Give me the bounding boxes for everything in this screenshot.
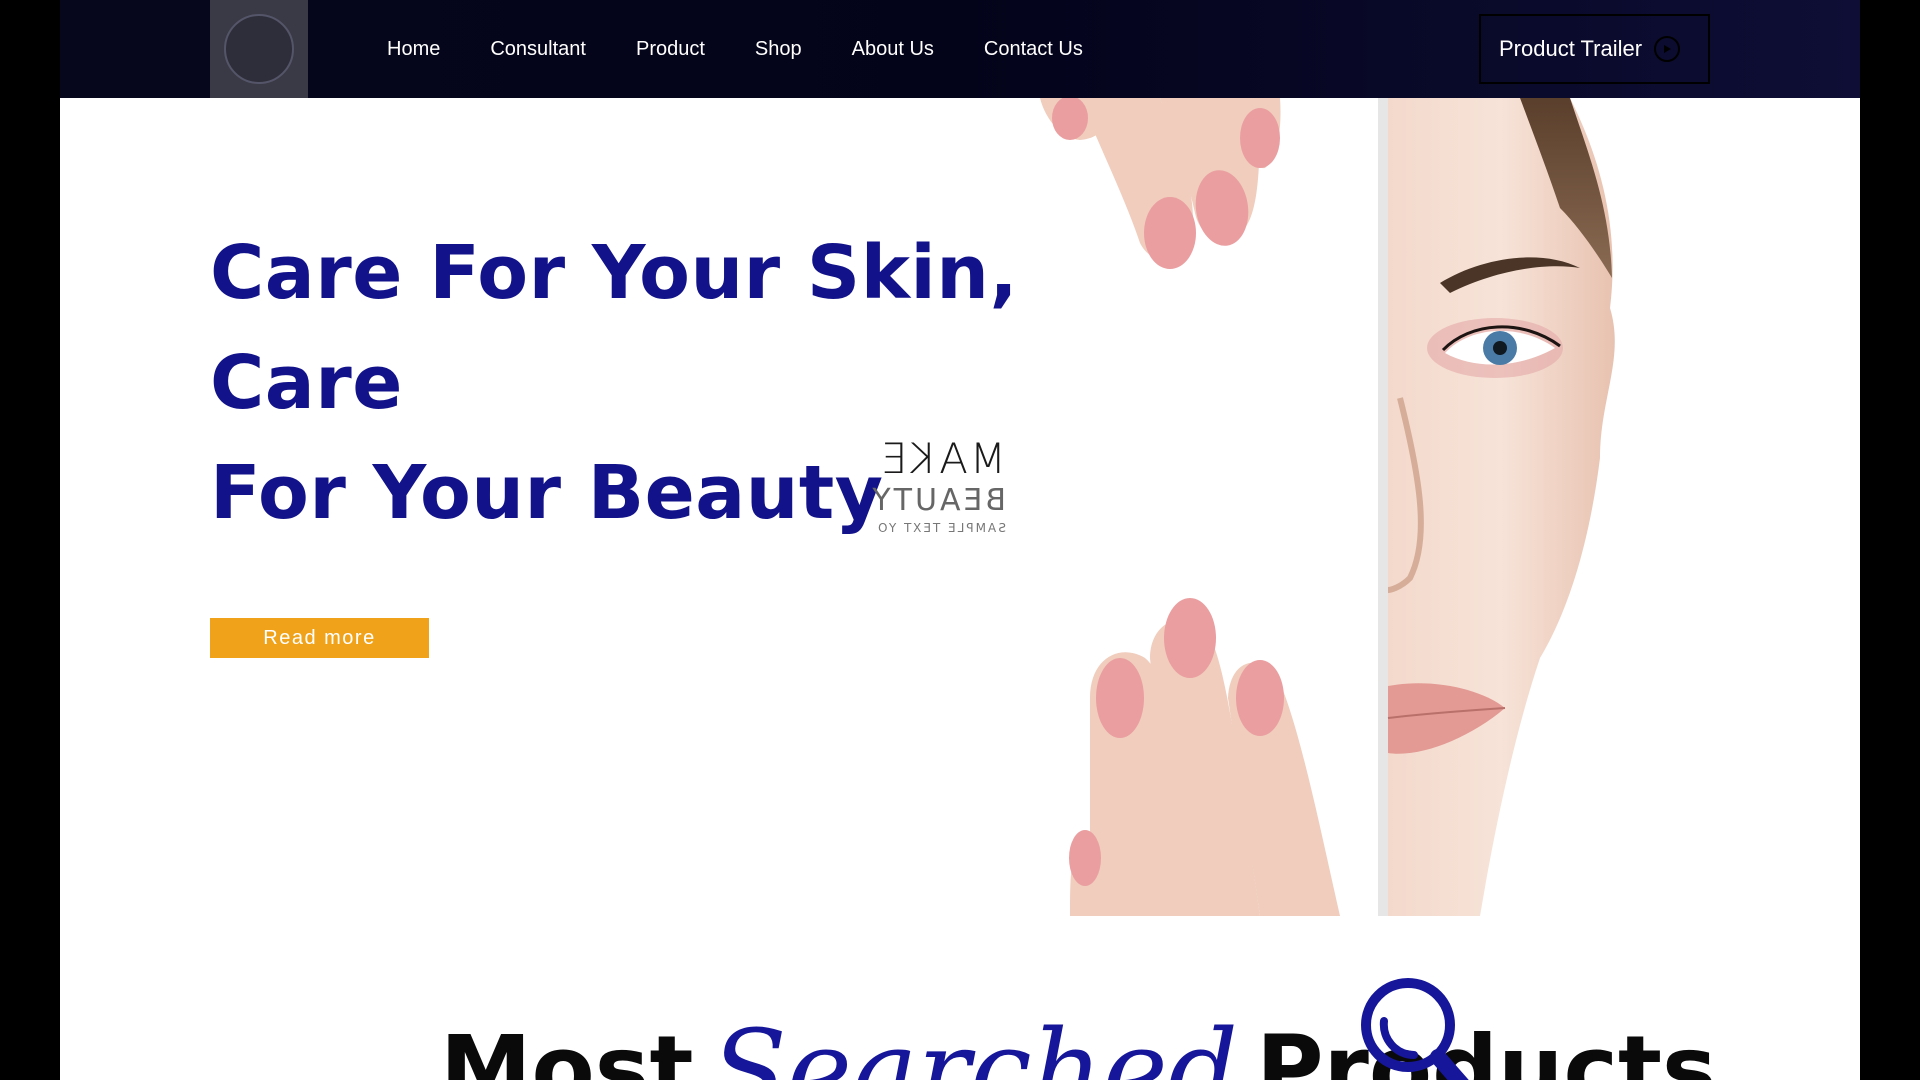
product-trailer-button[interactable]: Product Trailer <box>1479 14 1710 84</box>
nav-item-product[interactable]: Product <box>636 38 705 61</box>
nav-item-contact-us[interactable]: Contact Us <box>984 38 1083 61</box>
mirrored-brand-label: MAKE BEAUTY SAMPLE TEXT YO <box>866 434 1006 535</box>
product-trailer-label: Product Trailer <box>1499 36 1643 61</box>
magnifier-icon <box>1361 978 1469 1080</box>
brand-sample-text: SAMPLE TEXT YO <box>876 521 1006 535</box>
nav-item-about-us[interactable]: About Us <box>852 38 934 61</box>
top-navbar: Home Consultant Product Shop About Us Co… <box>60 0 1860 98</box>
most-searched-heading: Most Searched Products <box>440 1010 1717 1080</box>
nav-menu: Home Consultant Product Shop About Us Co… <box>387 0 1133 98</box>
heading-most: Most <box>440 1016 694 1080</box>
site-logo[interactable] <box>210 0 308 98</box>
heading-searched: Searched <box>711 1006 1239 1080</box>
read-more-button[interactable]: Read more <box>210 618 429 658</box>
nav-item-home[interactable]: Home <box>387 38 440 61</box>
play-icon <box>1654 36 1681 62</box>
nav-item-shop[interactable]: Shop <box>755 38 802 61</box>
logo-mark <box>224 14 294 84</box>
hero-beauty-image <box>1040 98 1615 916</box>
nav-item-consultant[interactable]: Consultant <box>490 38 586 61</box>
page: Home Consultant Product Shop About Us Co… <box>60 0 1860 1080</box>
brand-beauty: BEAUTY <box>869 483 1006 518</box>
brand-make: MAKE <box>878 434 1006 483</box>
